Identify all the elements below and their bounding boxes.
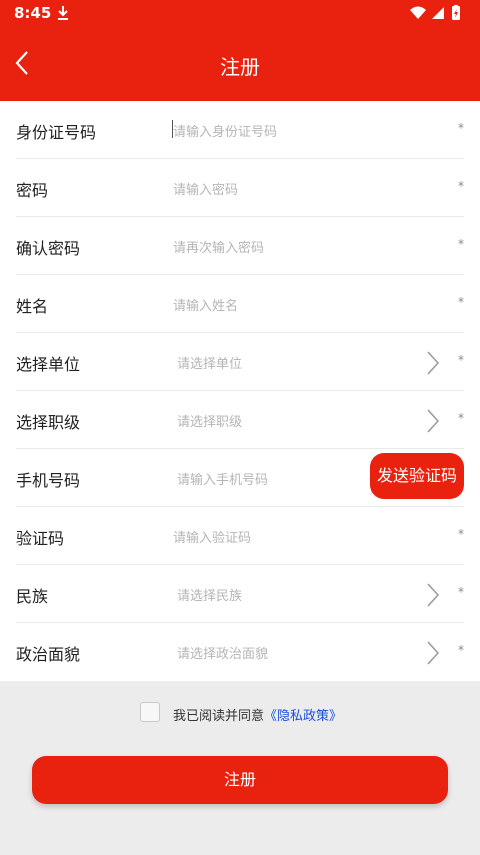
required-mark: * [458,643,464,657]
page-title: 注册 [220,55,260,79]
political-status-label: 政治面貌 [16,645,81,664]
name-label: 姓名 [16,297,49,316]
required-mark: * [458,585,464,599]
agreement-text: 我已阅读并同意《隐私政策》 [173,705,342,724]
chevron-right-icon [427,641,440,665]
required-mark: * [458,121,464,135]
required-mark: * [458,237,464,251]
unit-label: 选择单位 [16,355,81,374]
required-mark: * [458,179,464,193]
phone-label: 手机号码 [16,471,81,490]
download-icon [58,6,68,20]
id-number-input[interactable]: 请输入身份证号码 [173,121,277,140]
chevron-right-icon [427,583,440,607]
status-icons [410,5,460,20]
confirm-password-input[interactable]: 请再次输入密码 [173,237,264,256]
row-political-status[interactable]: 政治面貌 请选择政治面貌 * [16,623,464,681]
battery-icon [452,5,460,20]
password-input[interactable]: 请输入密码 [173,179,238,198]
row-password: 密码 请输入密码 * [16,159,464,217]
ethnicity-label: 民族 [16,587,49,606]
political-status-select[interactable]: 请选择政治面貌 [177,643,268,662]
registration-form: 身份证号码 请输入身份证号码 * 密码 请输入密码 * 确认密码 请再次输入密码… [0,101,480,681]
row-name: 姓名 请输入姓名 * [16,275,464,333]
app-bar: 注册 [0,26,480,101]
name-input[interactable]: 请输入姓名 [173,295,238,314]
verify-code-label: 验证码 [16,529,65,548]
row-rank[interactable]: 选择职级 请选择职级 * [16,391,464,449]
confirm-password-label: 确认密码 [16,239,81,258]
row-phone: 手机号码 请输入手机号码 发送验证码 [16,449,464,507]
required-mark: * [458,353,464,367]
agree-checkbox[interactable] [140,702,160,722]
signal-icon [432,7,444,19]
rank-label: 选择职级 [16,413,81,432]
rank-select[interactable]: 请选择职级 [177,411,242,430]
wifi-icon [410,6,426,19]
send-code-button[interactable]: 发送验证码 [370,453,464,499]
verify-code-input[interactable]: 请输入验证码 [173,527,251,546]
row-ethnicity[interactable]: 民族 请选择民族 * [16,565,464,623]
row-unit[interactable]: 选择单位 请选择单位 * [16,333,464,391]
chevron-right-icon [427,351,440,375]
ethnicity-select[interactable]: 请选择民族 [177,585,242,604]
unit-select[interactable]: 请选择单位 [177,353,242,372]
row-verify-code: 验证码 请输入验证码 * [16,507,464,565]
register-button[interactable]: 注册 [32,756,448,804]
chevron-right-icon [427,409,440,433]
row-id-number: 身份证号码 请输入身份证号码 * [16,101,464,159]
agreement-prefix: 我已阅读并同意 [173,709,265,724]
password-label: 密码 [16,181,49,200]
id-number-label: 身份证号码 [16,123,97,142]
required-mark: * [458,411,464,425]
status-time: 8:45 [14,4,52,22]
required-mark: * [458,527,464,541]
status-bar: 8:45 [0,0,480,26]
privacy-policy-link[interactable]: 《隐私政策》 [264,709,342,724]
row-confirm-password: 确认密码 请再次输入密码 * [16,217,464,275]
phone-input[interactable]: 请输入手机号码 [177,469,268,488]
required-mark: * [458,295,464,309]
agreement-row: 我已阅读并同意《隐私政策》 [0,700,480,726]
